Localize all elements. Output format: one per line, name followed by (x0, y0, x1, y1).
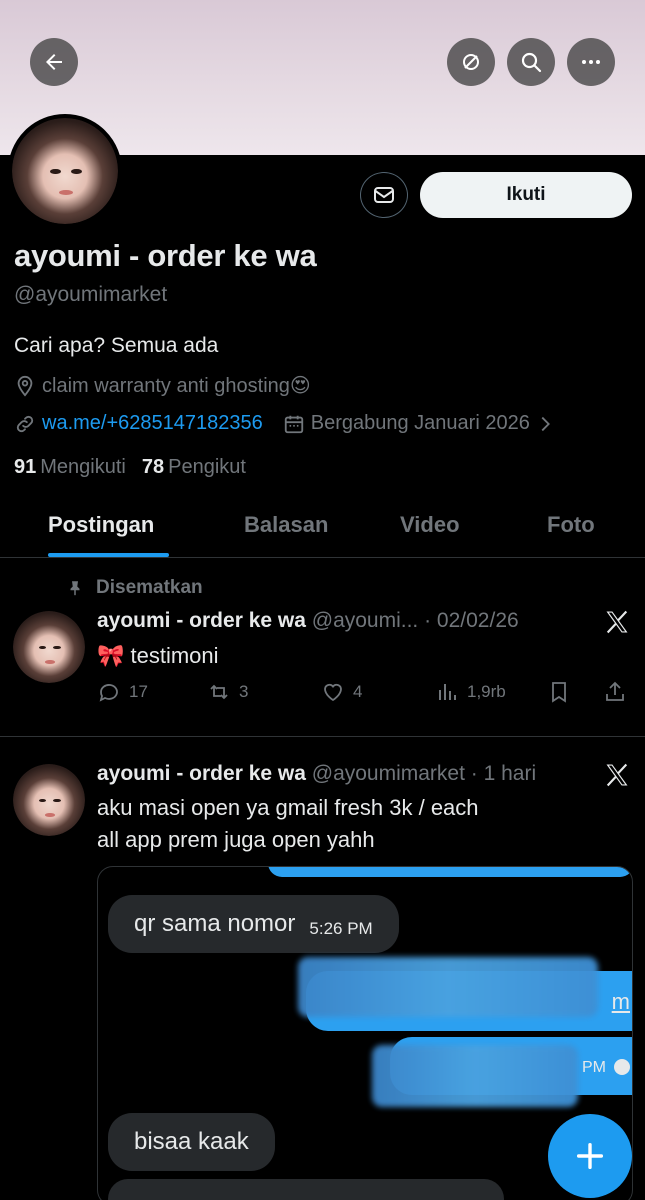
back-button[interactable] (30, 38, 78, 86)
chat-bubble-in: bisaa kaak (108, 1113, 275, 1171)
grok-icon (463, 54, 479, 70)
post-avatar[interactable] (13, 764, 85, 836)
search-icon (521, 52, 542, 73)
reply-icon (99, 684, 118, 702)
redaction-blur (372, 1045, 578, 1107)
profile-name: ayoumi - order ke wa (14, 238, 317, 273)
active-tab-indicator (48, 553, 169, 557)
post-header: ayoumi - order ke wa @ayoumimarket · 1 h… (97, 762, 536, 786)
profile-bio: Cari apa? Semua ada (14, 334, 219, 357)
profile-avatar[interactable] (8, 114, 122, 228)
post-actions: 17 3 4 1,9rb (97, 680, 632, 710)
plus-icon (576, 1142, 604, 1170)
link-icon (16, 415, 34, 432)
pin-icon (70, 581, 80, 596)
profile-handle: @ayoumimarket (14, 283, 168, 306)
tab-replies[interactable]: Balasan (244, 512, 328, 538)
post-text-line: aku masi open ya gmail fresh 3k / each (97, 795, 479, 820)
avatar-image (12, 118, 118, 224)
bookmark-button[interactable] (547, 680, 579, 704)
more-button[interactable] (567, 38, 615, 86)
heart-icon (324, 683, 342, 702)
chevron-right-icon[interactable] (534, 413, 556, 435)
x-logo-icon (606, 763, 628, 787)
reply-button[interactable]: 17 (97, 680, 148, 704)
post-handle-time: @ayoumimarket · 1 hari (311, 762, 537, 785)
follow-button[interactable]: Ikuti (420, 172, 632, 218)
tab-photo[interactable]: Foto (547, 512, 595, 538)
grok-button[interactable] (447, 38, 495, 86)
pinned-label: Disematkan (66, 577, 203, 599)
location-text: claim warranty anti ghosting😍 (42, 375, 311, 397)
x-logo-icon (606, 610, 628, 634)
post-author[interactable]: ayoumi - order ke wa (97, 609, 306, 632)
post-text: 🎀 testimoni (97, 643, 219, 668)
share-button[interactable] (603, 680, 635, 704)
tab-video[interactable]: Video (400, 512, 460, 538)
like-button[interactable]: 4 (321, 680, 362, 704)
post-header: ayoumi - order ke wa @ayoumi... · 02/02/… (97, 609, 519, 633)
bookmark-icon (552, 682, 566, 703)
compose-button[interactable] (548, 1114, 632, 1198)
post-text: aku masi open ya gmail fresh 3k / each a… (97, 792, 479, 856)
post-handle-time: @ayoumi... · 02/02/26 (311, 609, 519, 632)
joined-date: Bergabung Januari 2026 (310, 412, 530, 434)
read-check-icon (614, 1059, 630, 1075)
location-icon (17, 375, 33, 397)
website-link[interactable]: wa.me/+6285147182356 (42, 412, 263, 435)
location-row: claim warranty anti ghosting😍 (14, 373, 311, 398)
post-avatar[interactable] (13, 611, 85, 683)
post-divider (0, 736, 645, 737)
analytics-icon (439, 684, 456, 700)
arrow-left-icon (46, 54, 62, 70)
post-text-line: all app prem juga open yahh (97, 827, 375, 852)
follow-stats: 91 Mengikuti 78 Pengikut (14, 456, 246, 479)
mail-icon (374, 187, 394, 203)
repost-icon (210, 684, 228, 700)
redaction-blur (298, 957, 598, 1017)
followers-stat[interactable]: 78 Pengikut (142, 456, 246, 479)
chat-bubble-in (108, 1179, 504, 1200)
chat-bubble-in: qr sama nomor 5:26 PM (108, 895, 399, 953)
following-stat[interactable]: 91 Mengikuti (14, 456, 126, 479)
repost-button[interactable]: 3 (207, 680, 248, 704)
tab-posts[interactable]: Postingan (48, 512, 154, 538)
chat-bubble-out (268, 867, 632, 877)
share-icon (606, 681, 624, 701)
views-button[interactable]: 1,9rb (435, 680, 506, 704)
more-icon (582, 60, 600, 64)
message-button[interactable] (360, 172, 408, 218)
calendar-icon (284, 415, 303, 433)
search-button[interactable] (507, 38, 555, 86)
website-join-row: wa.me/+6285147182356 Bergabung Januari 2… (14, 412, 556, 435)
post-author[interactable]: ayoumi - order ke wa (97, 762, 306, 785)
profile-tabs: Postingan Balasan Video Foto (0, 500, 645, 558)
